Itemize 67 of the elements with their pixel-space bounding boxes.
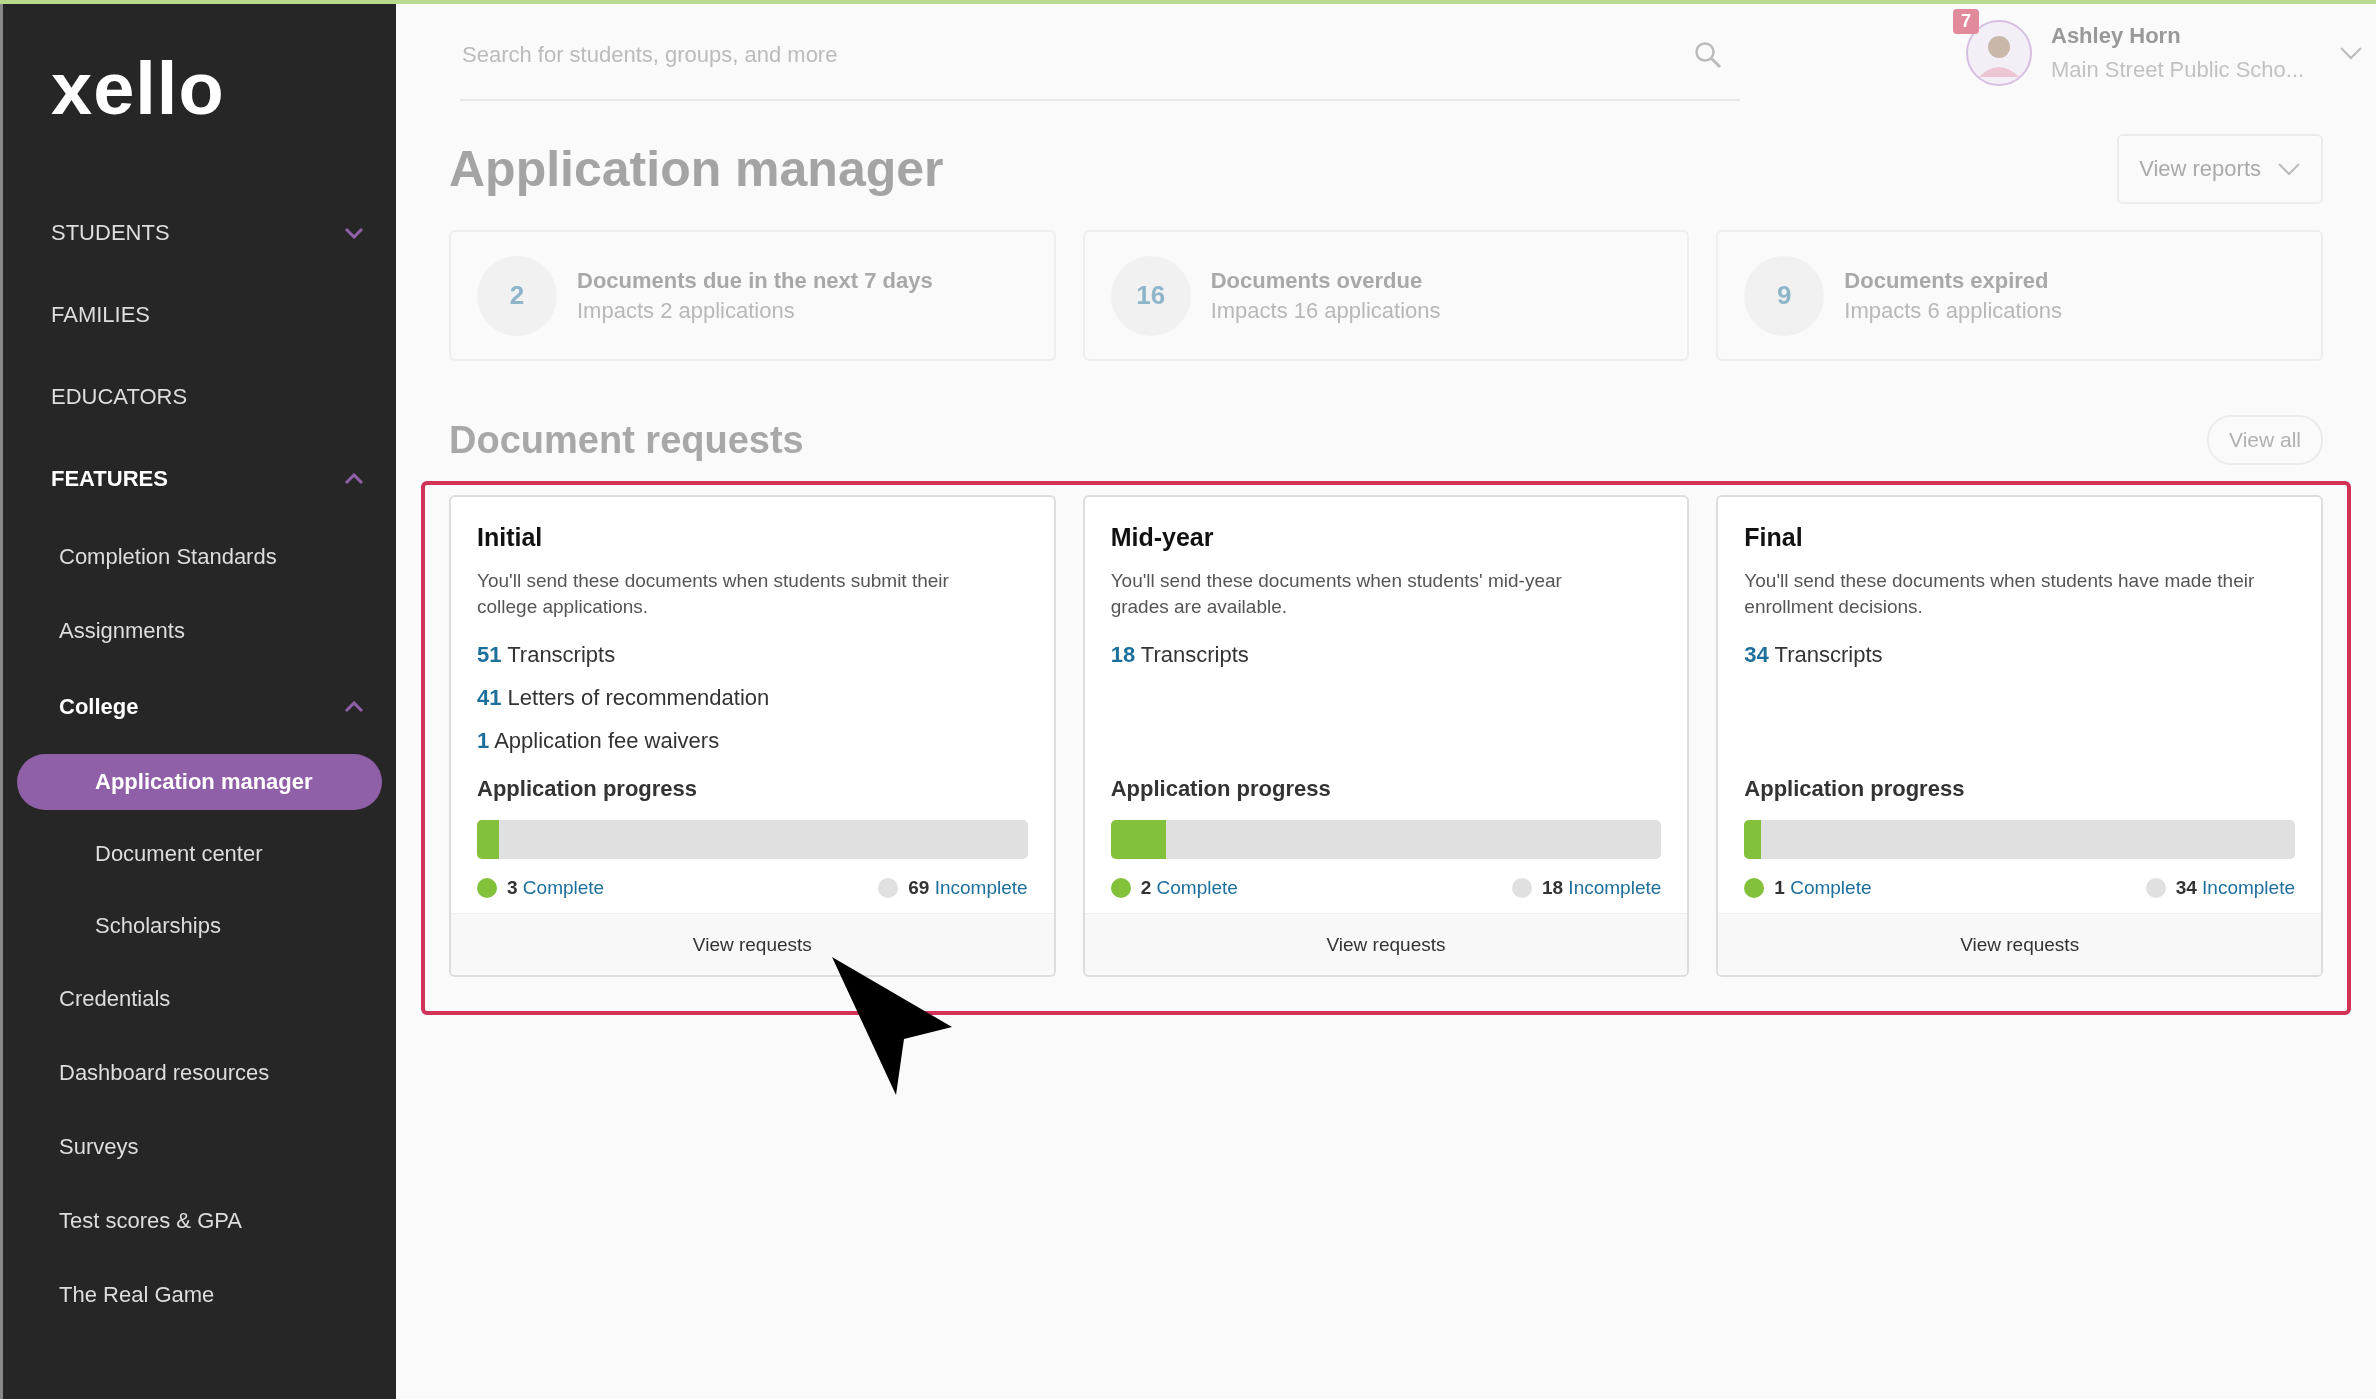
nav-group[interactable]: College [59, 694, 139, 720]
section-heading: Document requests [449, 418, 804, 462]
incomplete-link[interactable]: 69 Incomplete [908, 877, 1028, 899]
progress-label: Application progress [1744, 776, 1966, 802]
chevron-up-icon[interactable] [344, 701, 364, 713]
card-title: Mid-year [1110, 523, 1215, 552]
stat-title: Documents expired [1844, 267, 2050, 294]
card-title: Final [1744, 523, 1804, 552]
nav-item[interactable]: Document center [17, 826, 382, 882]
status-dot [1110, 878, 1131, 898]
stat-count: 2 [477, 255, 557, 336]
nav-item[interactable]: Application manager [17, 754, 382, 810]
stat-title: Documents due in the next 7 days [577, 267, 933, 294]
status-dot [878, 878, 899, 898]
stat-subtitle: Impacts 6 applications [1844, 297, 2062, 324]
document-count[interactable]: 1 Application fee waivers [477, 728, 1028, 754]
chevron-up-icon[interactable] [344, 473, 364, 485]
search-field[interactable]: Search for students, groups, and more [460, 41, 1694, 69]
stat-count: 16 [1110, 255, 1191, 336]
document-count[interactable]: 34 Transcripts [1744, 642, 2295, 668]
complete-link[interactable]: 2 Complete [1140, 877, 1238, 899]
incomplete-link[interactable]: 34 Incomplete [2175, 877, 2295, 899]
nav-item[interactable]: Scholarships [17, 898, 382, 954]
stat-count: 9 [1744, 255, 1825, 336]
status-dot [1744, 878, 1765, 898]
view-requests-button[interactable]: View requests [1084, 913, 1688, 975]
complete-link[interactable]: 1 Complete [1774, 877, 1872, 899]
nav-item[interactable]: Assignments [3, 594, 396, 668]
card-description: You'll send these documents when students submit their college applications. [477, 569, 950, 619]
chevron-down-icon [2277, 162, 2301, 176]
nav-section[interactable]: FEATURES [51, 466, 168, 492]
school-name: Main Street Public Scho... [2051, 57, 2306, 83]
nav-item[interactable]: Credentials [3, 962, 396, 1036]
card-description: You'll send these documents when students' mid-year grades are available. [1110, 569, 1563, 619]
nav-item[interactable]: Surveys [3, 1110, 396, 1184]
status-dot [477, 878, 497, 898]
status-dot [2145, 878, 2166, 898]
user-name: Ashley Horn [2051, 23, 2182, 49]
page-title: Application manager [449, 140, 944, 198]
chevron-down-icon[interactable] [2339, 46, 2363, 60]
progress-label: Application progress [477, 776, 699, 802]
stat-subtitle: Impacts 16 applications [1210, 297, 1441, 324]
stat-subtitle: Impacts 2 applications [577, 297, 796, 324]
card-description: You'll send these documents when students have made their enrollment decisions. [1744, 569, 2255, 619]
logo[interactable]: xello [51, 52, 396, 126]
stat-title: Documents overdue [1210, 267, 1424, 294]
nav-item[interactable]: The Real Game [3, 1258, 396, 1332]
nav-section[interactable]: STUDENTS [51, 220, 170, 246]
card-title: Initial [477, 523, 544, 552]
incomplete-link[interactable]: 18 Incomplete [1541, 877, 1662, 899]
nav-section[interactable]: EDUCATORS [51, 384, 188, 410]
nav-item[interactable]: Dashboard resources [3, 1036, 396, 1110]
view-requests-button[interactable]: View requests [1718, 913, 2321, 975]
nav-item[interactable]: Test scores & GPA [3, 1184, 396, 1258]
view-requests-button[interactable]: View requests [451, 913, 1054, 975]
complete-link[interactable]: 3 Complete [507, 877, 605, 899]
nav-item[interactable]: Completion Standards [3, 520, 396, 594]
status-dot [1511, 878, 1532, 898]
nav-section[interactable]: FAMILIES [51, 302, 151, 328]
progress-label: Application progress [1110, 776, 1332, 802]
search-icon[interactable] [1694, 41, 1722, 69]
notification-badge: 7 [1953, 9, 1979, 34]
cursor-icon [830, 955, 954, 1097]
chevron-down-icon[interactable] [344, 227, 364, 239]
document-count[interactable]: 51 Transcripts [477, 642, 1028, 668]
document-count[interactable]: 41 Letters of recommendation [477, 685, 1028, 711]
document-count[interactable]: 18 Transcripts [1110, 642, 1662, 668]
